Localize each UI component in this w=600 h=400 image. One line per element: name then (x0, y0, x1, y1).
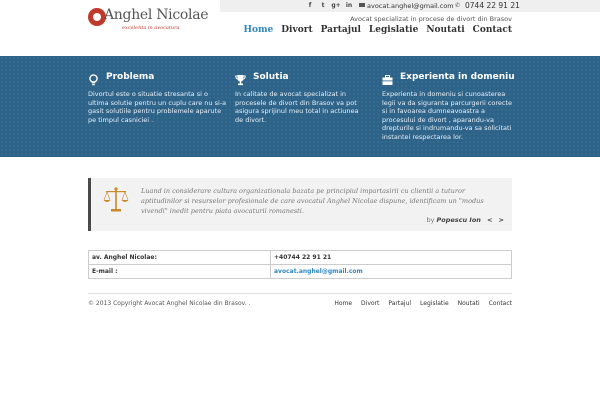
main-nav: Home Divort Partajul Legislatie Noutati … (243, 25, 512, 35)
footer-copyright: © 2013 Copyright Avocat Anghel Nicolae d… (88, 300, 251, 307)
feature-text: Experienta in domeniu si cunoasterea leg… (382, 90, 513, 141)
twitter-icon[interactable]: t (317, 1, 329, 11)
contact-email-link[interactable]: avocat.anghel@gmail.com (274, 268, 363, 275)
contact-label: av. Anghel Nicolae: (88, 250, 271, 265)
top-bar: f t g+ in avocat.anghel@gmail.com ✆ 0744… (220, 0, 600, 12)
testimonial-next-button[interactable]: > (499, 216, 504, 224)
testimonial-box: Luand in considerare cultura organizatio… (88, 178, 512, 231)
nav-item-divort[interactable]: Divort (281, 25, 312, 35)
contact-table: av. Anghel Nicolae: +40744 22 91 21 E-ma… (88, 250, 512, 279)
testimonial-text: Luand in considerare cultura organizatio… (141, 187, 484, 215)
footer-divider (88, 293, 512, 294)
feature-problema: Problema Divortul este o situatie stresa… (88, 70, 228, 124)
logo-name: Anghel Nicolae (104, 7, 209, 23)
footer-link-divort[interactable]: Divort (361, 300, 379, 307)
contact-value-cell: avocat.anghel@gmail.com (270, 264, 512, 279)
footer-link-noutati[interactable]: Noutati (458, 300, 480, 307)
features-band: Problema Divortul este o situatie stresa… (0, 56, 600, 157)
nav-item-legislatie[interactable]: Legislatie (369, 25, 418, 35)
footer-link-partajul[interactable]: Partajul (388, 300, 411, 307)
footer-nav: Home Divort Partajul Legislatie Noutati … (334, 300, 512, 307)
topbar-phone: 0744 22 91 21 (465, 1, 520, 10)
feature-title: Experienta in domeniu (400, 72, 515, 82)
footer-link-home[interactable]: Home (334, 300, 352, 307)
feature-title: Solutia (253, 72, 289, 82)
nav-item-noutati[interactable]: Noutati (426, 25, 464, 35)
facebook-icon[interactable]: f (304, 1, 316, 11)
testimonial-author-name: Popescu Ion (436, 216, 481, 224)
feature-text: In calitate de avocat specializat in pro… (235, 90, 359, 124)
testimonial-prev-button[interactable]: < (487, 216, 492, 224)
header-tagline: Avocat specializat in procese de divort … (350, 15, 512, 23)
testimonial-author: by Popescu Ion < > (426, 216, 504, 224)
envelope-icon (359, 3, 365, 7)
scales-of-justice-icon (103, 186, 129, 214)
site-logo[interactable]: Anghel Nicolae excelenta in avocatura (88, 6, 209, 32)
feature-solutia: Solutia In calitate de avocat specializa… (235, 70, 367, 124)
table-row: E-mail : avocat.anghel@gmail.com (88, 264, 512, 279)
nav-item-home[interactable]: Home (243, 25, 273, 35)
site-header: Anghel Nicolae excelenta in avocatura f … (0, 0, 600, 56)
lightbulb-icon (88, 71, 99, 86)
contact-value: +40744 22 91 21 (270, 250, 512, 265)
logo-tagline: excelenta in avocatura (122, 25, 180, 31)
testimonial-by: by (426, 216, 435, 224)
linkedin-icon[interactable]: in (343, 1, 355, 11)
nav-item-partajul[interactable]: Partajul (321, 25, 361, 35)
feature-text: Divortul este o situatie stresanta si o … (88, 90, 227, 124)
feature-experienta: Experienta in domeniu Experienta in dome… (382, 70, 518, 141)
nav-item-contact[interactable]: Contact (473, 25, 512, 35)
briefcase-icon (382, 71, 393, 85)
contact-label: E-mail : (88, 264, 271, 279)
phone-icon: ✆ (455, 2, 461, 9)
trophy-icon (235, 71, 246, 86)
google-plus-icon[interactable]: g+ (330, 1, 342, 11)
footer-link-legislatie[interactable]: Legislatie (420, 300, 449, 307)
table-row: av. Anghel Nicolae: +40744 22 91 21 (88, 250, 512, 265)
topbar-email-link[interactable]: avocat.anghel@gmail.com (367, 1, 454, 11)
feature-title: Problema (106, 72, 155, 82)
footer-link-contact[interactable]: Contact (489, 300, 512, 307)
